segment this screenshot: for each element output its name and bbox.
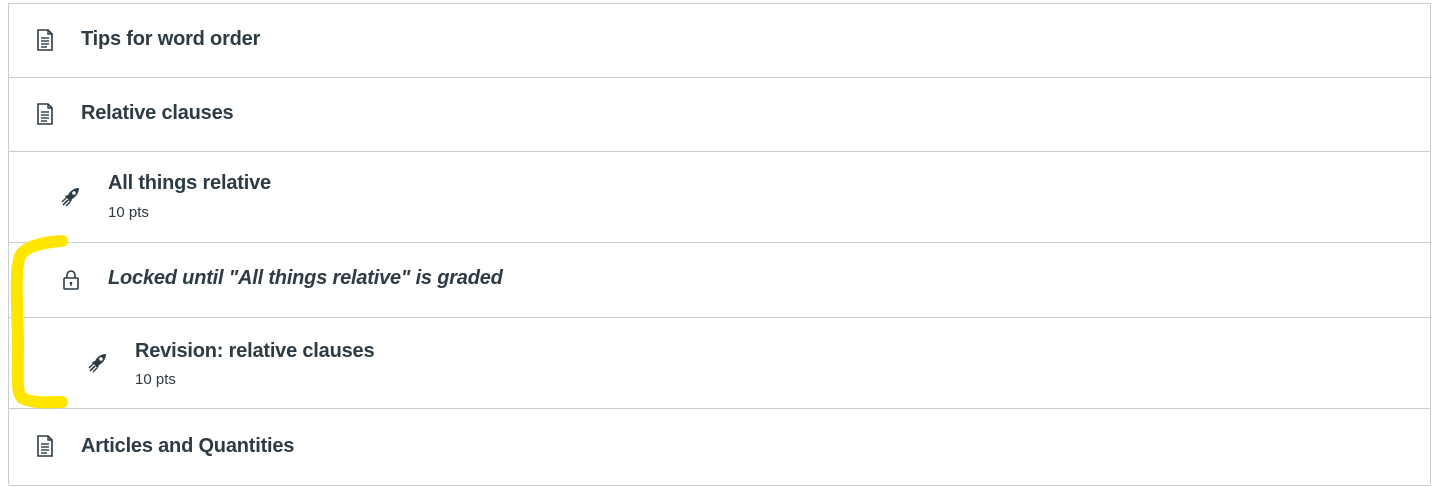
document-icon [33,102,57,126]
document-icon [33,28,57,52]
document-icon [33,434,57,458]
rocket-icon [86,351,110,375]
points-label: 10 pts [135,371,176,388]
rocket-icon [59,185,83,209]
module-item-relative-clauses[interactable]: Relative clauses [9,78,1430,152]
module-item-articles-and-quantities[interactable]: Articles and Quantities [9,409,1430,486]
module-item-title[interactable]: Relative clauses [81,102,234,125]
module-item-list: Tips for word order Relative clauses All… [8,3,1431,486]
module-item-all-things-relative[interactable]: All things relative 10 pts [9,152,1430,243]
locked-notice-text: Locked until "All things relative" is gr… [108,267,503,289]
module-item-revision-relative-clauses[interactable]: Revision: relative clauses 10 pts [9,318,1430,409]
points-label: 10 pts [108,204,149,221]
module-item-title[interactable]: Articles and Quantities [81,435,294,458]
module-item-title[interactable]: Revision: relative clauses [135,340,375,363]
locked-notice-row: Locked until "All things relative" is gr… [9,243,1430,318]
lock-icon [59,268,83,292]
module-item-tips-for-word-order[interactable]: Tips for word order [9,4,1430,78]
module-item-title[interactable]: Tips for word order [81,28,260,51]
module-item-title[interactable]: All things relative [108,172,271,195]
